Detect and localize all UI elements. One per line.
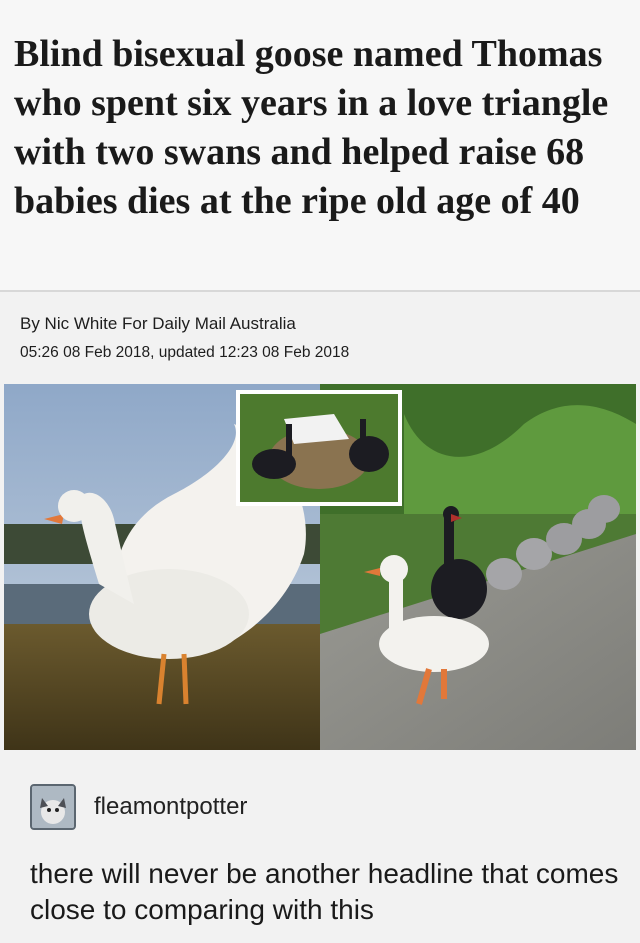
article-photo[interactable]	[4, 384, 636, 750]
post-username[interactable]: fleamontpotter	[94, 793, 247, 821]
headline-card: Blind bisexual goose named Thomas who sp…	[0, 0, 640, 292]
avatar-icon[interactable]	[30, 784, 76, 830]
article-timestamp: 05:26 08 Feb 2018, updated 12:23 08 Feb …	[20, 344, 350, 361]
hippogriff-avatar-icon	[32, 786, 74, 828]
goose-swan-photo	[4, 384, 636, 750]
article-headline[interactable]: Blind bisexual goose named Thomas who sp…	[14, 30, 624, 226]
post-text: there will never be another headline tha…	[30, 858, 619, 925]
post-header: fleamontpotter	[30, 780, 247, 834]
article-byline: By Nic White For Daily Mail Australia	[20, 314, 296, 333]
